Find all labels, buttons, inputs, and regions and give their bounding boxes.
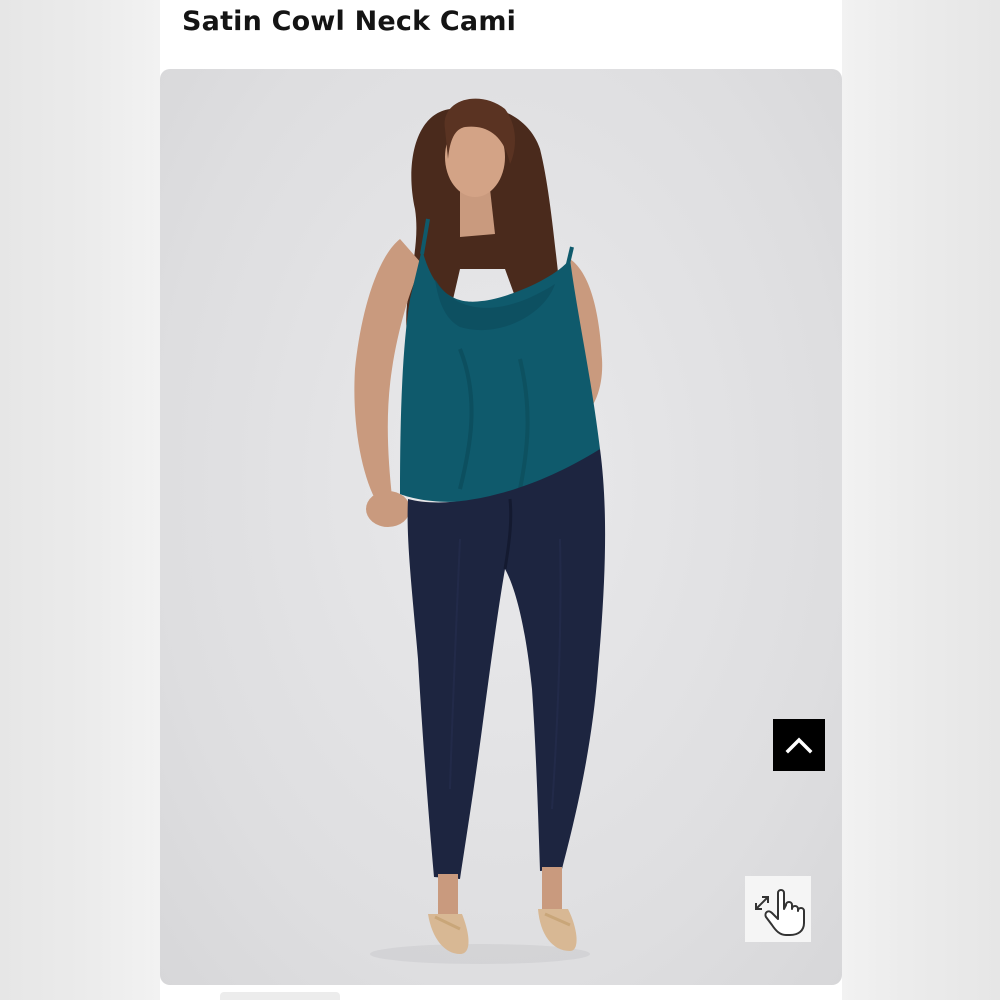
scroll-to-top-button[interactable] xyxy=(773,719,825,771)
product-page: Satin Cowl Neck Cami xyxy=(160,0,842,1000)
product-title: Satin Cowl Neck Cami xyxy=(182,6,517,37)
backdrop-right xyxy=(840,0,1000,1000)
zoom-button[interactable] xyxy=(745,876,811,942)
bottom-tab xyxy=(220,992,340,1000)
hand-pointer-expand-icon xyxy=(755,889,805,936)
chevron-up-icon xyxy=(785,737,813,754)
model-illustration xyxy=(354,98,606,964)
backdrop-left xyxy=(0,0,160,1000)
product-image[interactable] xyxy=(160,69,842,985)
